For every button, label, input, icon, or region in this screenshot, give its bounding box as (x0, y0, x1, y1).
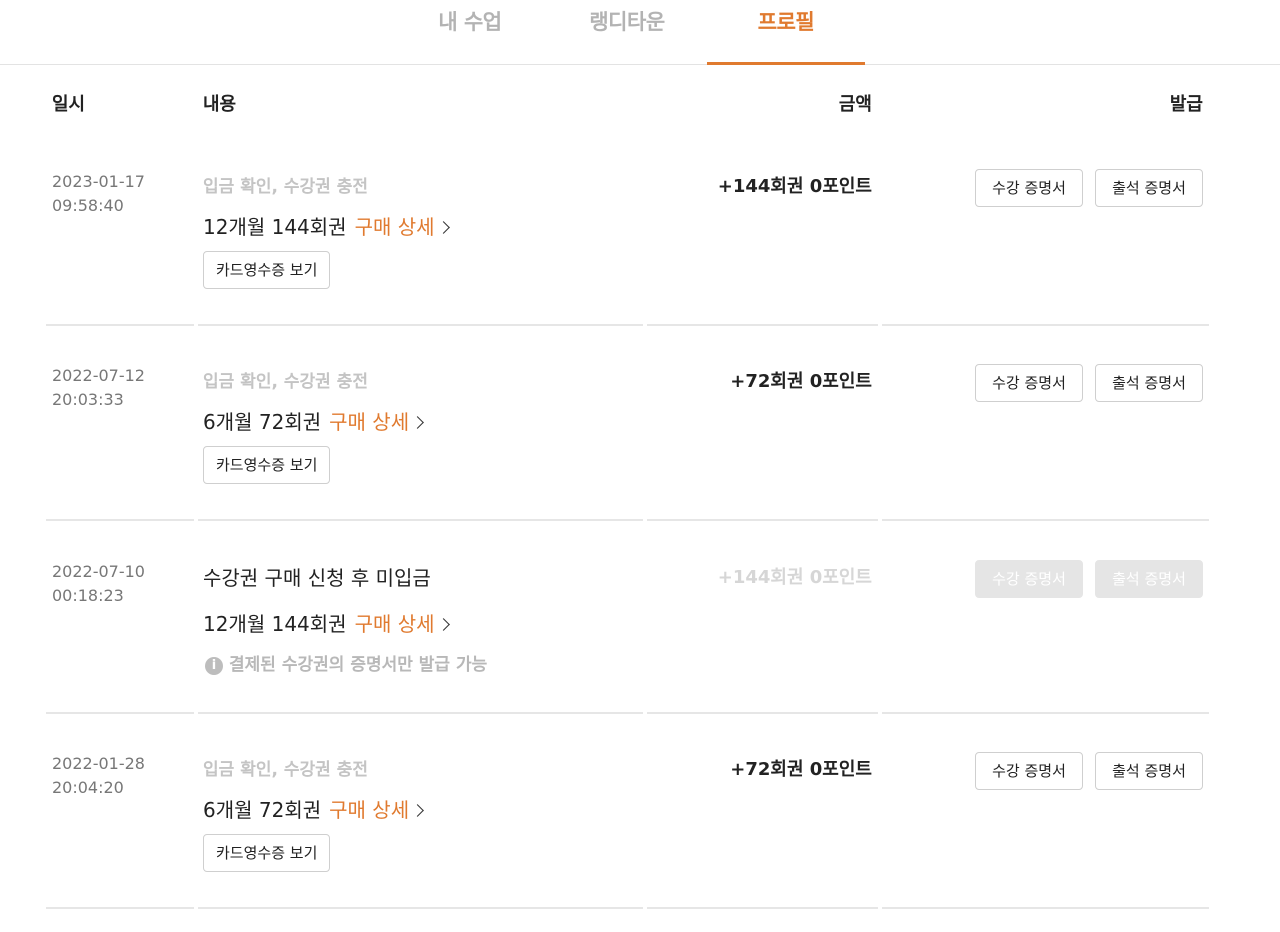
purchase-detail-link[interactable]: 구매 상세 (355, 215, 435, 239)
purchase-detail-link[interactable]: 구매 상세 (329, 410, 409, 434)
row-datetime: 2023-01-17 09:58:40 (52, 170, 145, 218)
product-name: 6개월 72회권 (203, 410, 322, 434)
product-name: 12개월 144회권 (203, 215, 347, 239)
tab-profile[interactable]: 프로필 (707, 0, 865, 65)
certificate-notice: i 결제된 수강권의 증명서만 발급 가능 (205, 650, 487, 675)
course-certificate-button: 수강 증명서 (975, 560, 1083, 598)
course-certificate-button[interactable]: 수강 증명서 (975, 752, 1083, 790)
card-receipt-button[interactable]: 카드영수증 보기 (203, 834, 331, 872)
row-amount: +144회권 0포인트 (717, 567, 872, 588)
row-status: 입금 확인, 수강권 충전 (203, 372, 368, 392)
row-divider (198, 907, 643, 909)
product-name: 6개월 72회권 (203, 798, 322, 822)
row-time: 09:58:40 (52, 196, 124, 215)
tab-my-classes[interactable]: 내 수업 (412, 0, 528, 64)
row-amount: +144회권 0포인트 (717, 176, 872, 197)
row-divider (882, 907, 1209, 909)
attendance-certificate-button: 출석 증명서 (1095, 560, 1203, 598)
row-date: 2023-01-17 (52, 172, 145, 191)
attendance-certificate-button[interactable]: 출석 증명서 (1095, 752, 1203, 790)
row-product: 12개월 144회권 구매 상세 (203, 211, 450, 240)
row-date: 2022-01-28 (52, 754, 145, 773)
row-divider (198, 712, 643, 714)
purchase-detail-link[interactable]: 구매 상세 (329, 798, 409, 822)
row-amount: +72회권 0포인트 (730, 759, 872, 780)
column-header-amount: 금액 (838, 94, 872, 115)
chevron-right-icon (436, 618, 450, 631)
row-product: 12개월 144회권 구매 상세 (203, 608, 450, 637)
row-status: 수강권 구매 신청 후 미입금 (203, 566, 431, 590)
row-status: 입금 확인, 수강권 충전 (203, 177, 368, 197)
row-divider (46, 907, 194, 909)
row-divider (882, 324, 1209, 326)
row-divider (46, 519, 194, 521)
row-divider (882, 519, 1209, 521)
row-divider (647, 324, 878, 326)
certificate-notice-text: 결제된 수강권의 증명서만 발급 가능 (229, 655, 488, 675)
row-date: 2022-07-10 (52, 562, 145, 581)
row-date: 2022-07-12 (52, 366, 145, 385)
row-status: 입금 확인, 수강권 충전 (203, 760, 368, 780)
card-receipt-button[interactable]: 카드영수증 보기 (203, 251, 331, 289)
column-header-issue: 발급 (1169, 94, 1203, 115)
row-divider (647, 907, 878, 909)
attendance-certificate-button[interactable]: 출석 증명서 (1095, 364, 1203, 402)
row-datetime: 2022-01-28 20:04:20 (52, 752, 145, 800)
top-tab-bar: 내 수업 랭디타운 프로필 (0, 0, 1280, 65)
row-product: 6개월 72회권 구매 상세 (203, 794, 424, 823)
row-datetime: 2022-07-12 20:03:33 (52, 364, 145, 412)
info-icon: i (205, 657, 223, 675)
column-header-date: 일시 (52, 94, 86, 115)
chevron-right-icon (436, 221, 450, 234)
card-receipt-button[interactable]: 카드영수증 보기 (203, 446, 331, 484)
course-certificate-button[interactable]: 수강 증명서 (975, 364, 1083, 402)
row-divider (647, 712, 878, 714)
row-product: 6개월 72회권 구매 상세 (203, 406, 424, 435)
course-certificate-button[interactable]: 수강 증명서 (975, 169, 1083, 207)
row-divider (647, 519, 878, 521)
column-header-content: 내용 (203, 94, 237, 115)
row-time: 20:03:33 (52, 390, 124, 409)
row-divider (46, 712, 194, 714)
purchase-detail-link[interactable]: 구매 상세 (355, 612, 435, 636)
row-time: 00:18:23 (52, 586, 124, 605)
chevron-right-icon (411, 416, 424, 429)
row-datetime: 2022-07-10 00:18:23 (52, 560, 145, 608)
row-time: 20:04:20 (52, 778, 124, 797)
row-amount: +72회권 0포인트 (730, 371, 872, 392)
row-divider (882, 712, 1209, 714)
product-name: 12개월 144회권 (203, 612, 347, 636)
row-divider (198, 324, 643, 326)
row-divider (46, 324, 194, 326)
tab-rangdi-town[interactable]: 랭디타운 (568, 0, 686, 64)
attendance-certificate-button[interactable]: 출석 증명서 (1095, 169, 1203, 207)
chevron-right-icon (411, 804, 424, 817)
row-divider (198, 519, 643, 521)
